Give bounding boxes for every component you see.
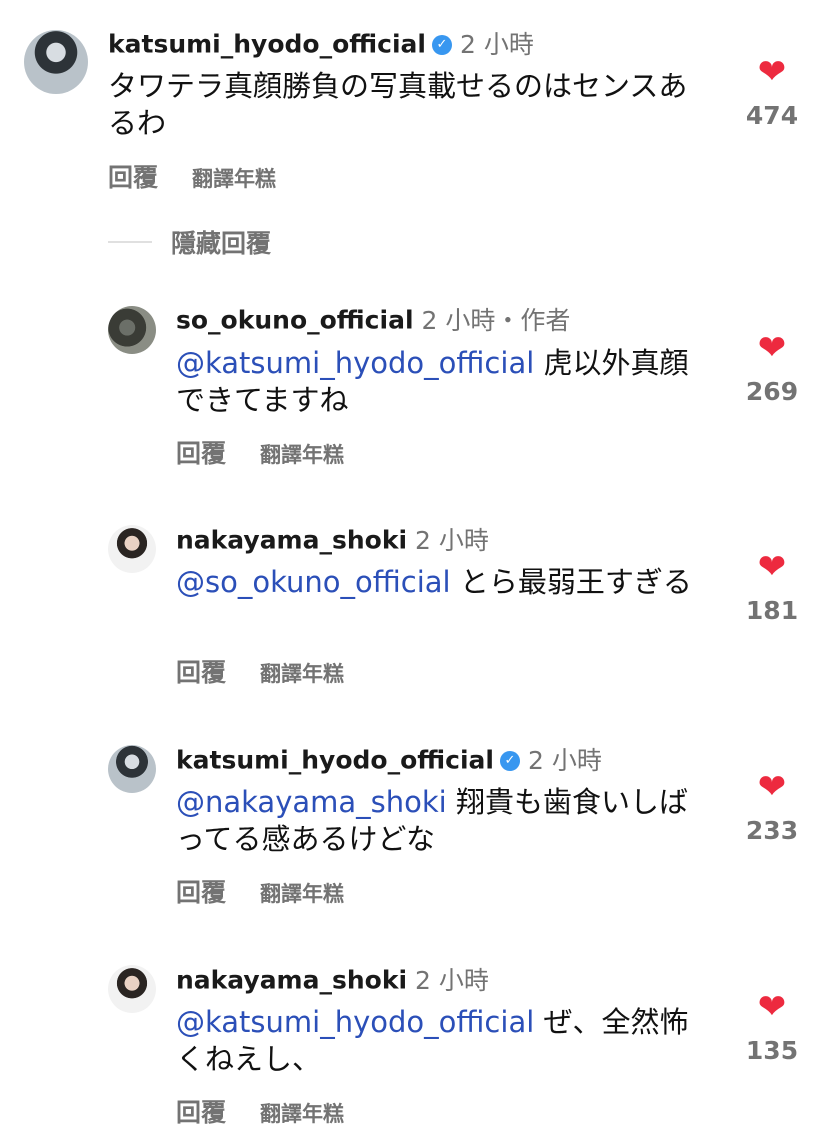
username[interactable]: katsumi_hyodo_official xyxy=(176,746,494,775)
comment-header: nakayama_shoki 2 小時 xyxy=(176,963,489,997)
hide-replies-button[interactable]: 隱藏回覆 xyxy=(171,224,271,260)
verified-badge-icon: ✓ xyxy=(499,750,520,771)
heart-icon[interactable]: ❤ xyxy=(732,990,812,1024)
comment-header: so_okuno_official 2 小時・作者 xyxy=(176,303,570,337)
username[interactable]: nakayama_shoki xyxy=(176,526,407,555)
timestamp: 2 小時 xyxy=(459,29,534,59)
comment-actions: 回覆 翻譯年糕 xyxy=(176,434,344,470)
heart-icon[interactable]: ❤ xyxy=(732,331,812,365)
heart-icon[interactable]: ❤ xyxy=(732,55,812,89)
comment-actions: 回覆 翻譯年糕 xyxy=(176,873,344,909)
comment-text: @katsumi_hyodo_official ぜ、全然怖くねえし、 xyxy=(176,1004,716,1078)
mention-link[interactable]: @katsumi_hyodo_official xyxy=(176,1005,534,1039)
avatar[interactable] xyxy=(108,525,156,573)
timestamp: 2 小時 xyxy=(415,525,489,555)
mention-link[interactable]: @katsumi_hyodo_official xyxy=(176,346,534,380)
like-count: 181 xyxy=(745,596,799,625)
comment-text: タワテラ真顔勝負の写真載せるのはセンスあるわ xyxy=(108,68,708,142)
comment-header: nakayama_shoki 2 小時 xyxy=(176,523,489,557)
reply-button[interactable]: 回覆 xyxy=(108,163,158,192)
username[interactable]: nakayama_shoki xyxy=(176,966,407,995)
username[interactable]: so_okuno_official xyxy=(176,306,414,335)
like-area: ❤ 233 xyxy=(732,770,812,845)
heart-icon[interactable]: ❤ xyxy=(732,770,812,804)
reply-button[interactable]: 回覆 xyxy=(176,658,226,687)
like-area: ❤ 181 xyxy=(732,550,812,625)
like-area: ❤ 269 xyxy=(732,331,812,406)
timestamp: 2 小時 xyxy=(527,745,602,775)
comment-text: @katsumi_hyodo_official 虎以外真顔できてますね xyxy=(176,345,716,419)
verified-badge-icon: ✓ xyxy=(431,34,452,55)
comment-body: タワテラ真顔勝負の写真載せるのはセンスあるわ xyxy=(108,69,688,140)
comment-actions: 回覆 翻譯年糕 xyxy=(176,1093,344,1129)
comment-actions: 回覆 翻譯年糕 xyxy=(108,158,276,194)
translate-button[interactable]: 翻譯年糕 xyxy=(260,662,344,686)
comment-header: katsumi_hyodo_official ✓ 2 小時 xyxy=(176,743,602,777)
like-count: 474 xyxy=(745,101,799,130)
comment-header: katsumi_hyodo_official ✓ 2 小時 xyxy=(108,27,534,61)
like-area: ❤ 474 xyxy=(732,55,812,130)
like-count: 233 xyxy=(745,816,799,845)
like-count: 135 xyxy=(745,1036,799,1065)
translate-button[interactable]: 翻譯年糕 xyxy=(260,443,344,467)
comment-text: @so_okuno_official とら最弱王すぎる xyxy=(176,564,716,601)
avatar[interactable] xyxy=(108,965,156,1013)
avatar[interactable] xyxy=(24,30,88,94)
divider-line xyxy=(108,241,152,243)
avatar[interactable] xyxy=(108,306,156,354)
translate-button[interactable]: 翻譯年糕 xyxy=(260,882,344,906)
reply-button[interactable]: 回覆 xyxy=(176,1098,226,1127)
translate-button[interactable]: 翻譯年糕 xyxy=(192,167,276,191)
mention-link[interactable]: @nakayama_shoki xyxy=(176,785,447,819)
comment-actions: 回覆 翻譯年糕 xyxy=(176,653,344,689)
heart-icon[interactable]: ❤ xyxy=(732,550,812,584)
translate-button[interactable]: 翻譯年糕 xyxy=(260,1102,344,1126)
timestamp: 2 小時 xyxy=(415,965,489,995)
reply-button[interactable]: 回覆 xyxy=(176,439,226,468)
comment-body: とら最弱王すぎる xyxy=(450,565,692,599)
avatar[interactable] xyxy=(108,745,156,793)
comment-text: @nakayama_shoki 翔貴も歯食いしばってる感あるけどな xyxy=(176,784,716,858)
mention-link[interactable]: @so_okuno_official xyxy=(176,565,451,599)
username[interactable]: katsumi_hyodo_official xyxy=(108,30,426,59)
like-count: 269 xyxy=(745,377,799,406)
like-area: ❤ 135 xyxy=(732,990,812,1065)
timestamp: 2 小時・作者 xyxy=(421,305,571,335)
reply-button[interactable]: 回覆 xyxy=(176,878,226,907)
